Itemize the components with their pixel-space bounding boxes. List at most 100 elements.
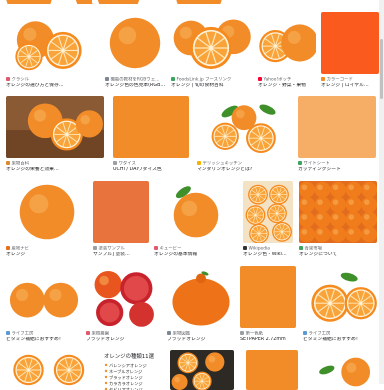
result-title[interactable]: オレンジ | ロイヤル… — [321, 83, 379, 89]
result-source[interactable]: Yahoo!ポッチ — [258, 77, 316, 82]
image-result[interactable]: ワダイス UCHI / DAIワダイス色 — [113, 96, 189, 176]
site-favicon-icon — [298, 161, 302, 165]
result-thumbnail[interactable] — [153, 0, 163, 4]
result-source[interactable]: 青果市場 — [299, 246, 377, 251]
result-source[interactable]: サイトシート — [298, 161, 376, 166]
result-source[interactable]: FoodsLink.jp フーズリンク — [171, 77, 251, 82]
result-thumbnail[interactable] — [6, 266, 82, 328]
result-title[interactable]: オレンジ色の色見本(RGB… — [105, 83, 165, 89]
result-title[interactable]: ビタミン補給におすすめ！ — [303, 337, 380, 343]
image-result[interactable]: 機能の教材をRGBウェ… オレンジ色の色見本(RGB… — [105, 12, 165, 92]
image-result[interactable]: 塗装サンプル サンプル] 塗装… — [93, 181, 149, 261]
result-title[interactable]: ビタミン補給におすすめ！ — [6, 337, 82, 343]
image-result[interactable]: 果物図鑑 ブラッドオレンジ — [167, 266, 235, 346]
result-thumbnail[interactable] — [105, 12, 165, 74]
result-thumbnail[interactable] — [6, 12, 98, 74]
result-source[interactable]: キューピー — [154, 246, 238, 251]
result-source[interactable]: 第一色紙 — [240, 331, 296, 336]
image-result[interactable]: オレンジの種類11選 バレンシアオレンジ ネーブルオレンジ ブラッドオレンジ カラカラオ… — [100, 350, 164, 390]
result-thumbnail[interactable] — [170, 0, 228, 4]
result-title[interactable]: SETPAPER 2.72mm — [240, 337, 296, 343]
image-result[interactable]: ライフ工房 ビタミン補給におすすめ！ — [303, 266, 380, 346]
image-result[interactable] — [92, 0, 145, 4]
result-thumbnail[interactable] — [6, 350, 96, 390]
image-result[interactable]: 果物百科 オレンジの栄養と効果… — [6, 96, 104, 176]
result-source[interactable]: 塗装サンプル — [93, 246, 149, 251]
result-title[interactable]: UCHI / DAIワダイス色 — [113, 167, 189, 173]
result-title[interactable]: マンダリンオレンジとは？ — [197, 167, 291, 173]
result-title[interactable]: オレンジの基本情報 — [154, 252, 238, 258]
site-favicon-icon — [6, 331, 10, 335]
result-thumbnail[interactable] — [0, 0, 58, 4]
result-source[interactable]: カラーコード — [321, 77, 379, 82]
scrollbar-thumb[interactable] — [380, 39, 383, 99]
result-thumbnail[interactable] — [303, 266, 380, 328]
result-thumbnail[interactable] — [170, 350, 234, 390]
image-result[interactable]: サイトシート カッティングシート — [298, 96, 376, 176]
image-result[interactable]: キューピー オレンジの基本情報 — [154, 181, 238, 261]
site-favicon-icon — [303, 331, 307, 335]
result-source[interactable]: 産地ナビ — [6, 246, 88, 251]
result-title[interactable]: ブラッドオレンジ — [167, 337, 235, 343]
image-result[interactable]: デリッシュキッチン マンダリンオレンジとは？ — [197, 96, 291, 176]
result-title[interactable]: オレンジの栄養と効果… — [6, 167, 104, 173]
image-result[interactable] — [246, 350, 298, 390]
image-result[interactable]: Wikipedia オレンジ色 - Wiki… — [243, 181, 293, 261]
result-thumbnail[interactable] — [197, 96, 291, 158]
result-source[interactable]: ライフ工房 — [303, 331, 380, 336]
result-thumbnail[interactable] — [6, 96, 104, 158]
image-result[interactable]: FoodsLink.jp フーズリンク オレンジ | 旬の食材百科 — [171, 12, 251, 92]
image-result[interactable]: 果樹農園 ブラッドオレンジ — [86, 266, 160, 346]
image-result[interactable]: カラーコード オレンジ | ロイヤル… — [321, 12, 379, 92]
image-result[interactable]: ライフ工房 ビタミン補給におすすめ！ — [6, 266, 82, 346]
result-source[interactable]: 機能の教材をRGBウェ… — [105, 77, 165, 82]
result-thumbnail[interactable] — [113, 96, 189, 158]
site-favicon-icon — [113, 161, 117, 165]
image-result[interactable]: 産地ナビ オレンジ — [6, 181, 88, 261]
result-thumbnail[interactable] — [154, 181, 238, 243]
result-thumbnail[interactable] — [86, 266, 160, 328]
result-thumbnail[interactable] — [321, 12, 379, 74]
result-title[interactable]: オレンジ - 野菜・果物 — [258, 83, 316, 89]
result-title[interactable]: オレンジの選び方と保存… — [6, 83, 98, 89]
result-thumbnail[interactable] — [92, 0, 145, 4]
image-result[interactable]: 第一色紙 SETPAPER 2.72mm — [240, 266, 296, 346]
result-source[interactable]: クラシル — [6, 77, 98, 82]
image-result[interactable]: クラシル オレンジの選び方と保存… — [6, 12, 98, 92]
image-result[interactable]: Yahoo!ポッチ オレンジ - 野菜・果物 — [258, 12, 316, 92]
result-thumbnail[interactable] — [167, 266, 235, 328]
image-result[interactable] — [6, 350, 96, 390]
result-title[interactable]: オレンジ — [6, 252, 88, 258]
result-title[interactable]: オレンジ | 旬の食材百科 — [171, 83, 251, 89]
result-title[interactable]: ブラッドオレンジ — [86, 337, 160, 343]
result-title[interactable]: オレンジ色 - Wiki… — [243, 252, 293, 258]
result-thumbnail[interactable] — [299, 181, 377, 243]
result-source[interactable]: ライフ工房 — [6, 331, 82, 336]
result-thumbnail[interactable] — [246, 350, 298, 390]
image-result[interactable] — [170, 0, 228, 4]
result-source[interactable]: 果物百科 — [6, 161, 104, 166]
result-thumbnail[interactable] — [304, 350, 380, 390]
image-result[interactable] — [170, 350, 234, 390]
image-result[interactable] — [304, 350, 380, 390]
result-source[interactable]: 果樹農園 — [86, 331, 160, 336]
result-thumbnail[interactable] — [171, 12, 251, 74]
result-source[interactable]: デリッシュキッチン — [197, 161, 291, 166]
result-thumbnail[interactable]: オレンジの種類11選 バレンシアオレンジ ネーブルオレンジ ブラッドオレンジ カラカラオ… — [100, 350, 164, 390]
result-source[interactable]: 果物図鑑 — [167, 331, 235, 336]
result-title[interactable]: サンプル] 塗装… — [93, 252, 149, 258]
result-thumbnail[interactable] — [243, 181, 293, 243]
result-thumbnail[interactable] — [6, 181, 88, 243]
result-title[interactable]: オレンジについて — [299, 252, 377, 258]
image-result[interactable] — [0, 0, 58, 4]
image-result[interactable] — [153, 0, 163, 4]
result-thumbnail[interactable] — [93, 181, 149, 243]
result-title[interactable]: カッティングシート — [298, 167, 376, 173]
result-thumbnail[interactable] — [240, 266, 296, 328]
result-thumbnail[interactable] — [258, 12, 316, 74]
scrollbar[interactable] — [379, 0, 384, 384]
result-source[interactable]: Wikipedia — [243, 246, 293, 251]
result-thumbnail[interactable] — [298, 96, 376, 158]
image-result[interactable]: 青果市場 オレンジについて — [299, 181, 377, 261]
result-source[interactable]: ワダイス — [113, 161, 189, 166]
